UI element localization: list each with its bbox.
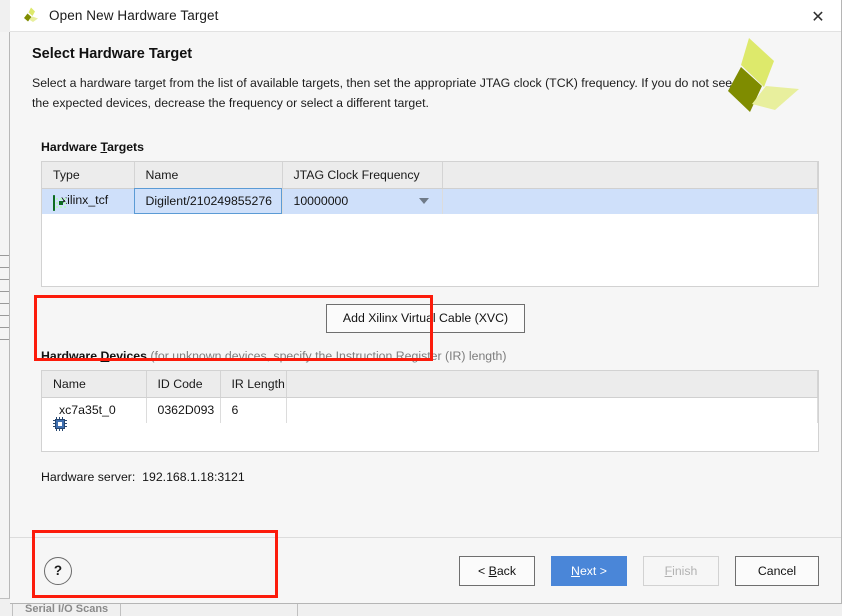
hardware-devices-label-hint: (for unknown devices, specify the Instru… — [146, 349, 507, 363]
column-header-jtag-clock-frequency[interactable]: JTAG Clock Frequency — [282, 162, 443, 189]
open-new-hardware-target-dialog: Open New Hardware Target ✕ Select Hardwa… — [10, 0, 842, 604]
page-description: Select a hardware target from the list o… — [32, 76, 733, 110]
cell-target-type[interactable]: xilinx_tcf — [42, 188, 135, 214]
hardware-devices-grid: Name ID Code IR Length xc7a35t_0 0362D09… — [42, 371, 818, 432]
help-button[interactable]: ? — [44, 556, 72, 585]
cell-device-name[interactable]: xc7a35t_0 — [42, 397, 147, 432]
background-left-ticks — [0, 255, 9, 385]
cell-device-id-code[interactable]: 0362D093 — [146, 397, 221, 423]
page-title: Select Hardware Target — [32, 46, 193, 62]
next-button-label: ext > — [579, 563, 607, 578]
column-header-filler — [286, 371, 818, 398]
cell-device-ir-length[interactable]: 6 — [220, 397, 287, 423]
finish-button-mnemonic: F — [664, 563, 673, 578]
dialog-title: Open New Hardware Target — [49, 8, 219, 23]
table-header-row: Type Name JTAG Clock Frequency — [42, 162, 818, 189]
hardware-devices-label-post: evices — [109, 349, 147, 363]
column-header-ir-length[interactable]: IR Length — [220, 371, 287, 398]
cell-target-type-label: xilinx_tcf — [61, 192, 109, 207]
column-header-type[interactable]: Type — [42, 162, 135, 189]
hardware-devices-label: Hardware Devices (for unknown devices, s… — [41, 349, 819, 363]
cell-device-name-label: xc7a35t_0 — [59, 403, 116, 418]
cell-target-name[interactable]: Digilent/210249855276 — [134, 188, 283, 214]
cell-filler — [286, 397, 818, 423]
column-header-name[interactable]: Name — [134, 162, 283, 189]
cell-jtag-clock-frequency[interactable]: 10000000 — [282, 188, 443, 214]
hardware-targets-label-post: argets — [107, 140, 144, 154]
hardware-targets-label-pre: Hardware — [41, 140, 101, 154]
tcf-chip-icon — [53, 194, 55, 211]
add-xilinx-virtual-cable-button[interactable]: Add Xilinx Virtual Cable (XVC) — [325, 304, 526, 333]
xilinx-logo-icon — [21, 6, 41, 26]
table-row[interactable]: xilinx_tcf Digilent/210249855276 1000000… — [42, 188, 818, 214]
hardware-server-line: Hardware server: 192.168.1.18:3121 — [41, 470, 819, 484]
table-row[interactable]: xc7a35t_0 0362D093 6 — [42, 397, 818, 432]
cell-jtag-clock-frequency-value: 10000000 — [293, 194, 349, 209]
hardware-server-label: Hardware server: — [41, 470, 136, 484]
back-button-label: ack — [496, 563, 516, 578]
back-button-prefix: < — [478, 563, 489, 578]
next-button[interactable]: Next > — [551, 555, 627, 586]
back-button-mnemonic: B — [488, 563, 497, 578]
hardware-devices-table[interactable]: Name ID Code IR Length xc7a35t_0 0362D09… — [41, 370, 819, 452]
hardware-server-value: 192.168.1.18:3121 — [142, 470, 245, 484]
footer-button-group: < Back Next > Finish Cancel — [459, 555, 819, 586]
dialog-titlebar: Open New Hardware Target ✕ — [10, 0, 841, 32]
back-button[interactable]: < Back — [459, 555, 535, 586]
hardware-targets-label: Hardware Targets — [41, 140, 819, 154]
dialog-header: Select Hardware Target Select a hardware… — [10, 32, 841, 124]
table-header-row: Name ID Code IR Length — [42, 371, 818, 398]
column-header-id-code[interactable]: ID Code — [146, 371, 221, 398]
hardware-targets-grid: Type Name JTAG Clock Frequency xilinx_tc… — [42, 162, 818, 214]
xilinx-logo — [719, 34, 803, 118]
dialog-body: Hardware Targets Type Name JTAG Clock Fr… — [10, 124, 841, 598]
cancel-button[interactable]: Cancel — [735, 555, 819, 586]
hardware-targets-table[interactable]: Type Name JTAG Clock Frequency xilinx_tc… — [41, 161, 819, 287]
cell-filler — [442, 188, 818, 214]
hardware-devices-label-pre: Hardware — [41, 349, 101, 363]
chevron-down-icon[interactable] — [418, 198, 429, 205]
next-button-mnemonic: N — [571, 563, 580, 578]
xvc-button-row: Add Xilinx Virtual Cable (XVC) — [32, 304, 819, 333]
column-header-filler — [442, 162, 818, 189]
finish-button: Finish — [643, 555, 719, 586]
finish-button-label: inish — [672, 563, 698, 578]
dialog-footer: ? < Back Next > Finish Cancel — [10, 537, 841, 603]
column-header-device-name[interactable]: Name — [42, 371, 147, 398]
close-icon[interactable]: ✕ — [795, 0, 841, 32]
